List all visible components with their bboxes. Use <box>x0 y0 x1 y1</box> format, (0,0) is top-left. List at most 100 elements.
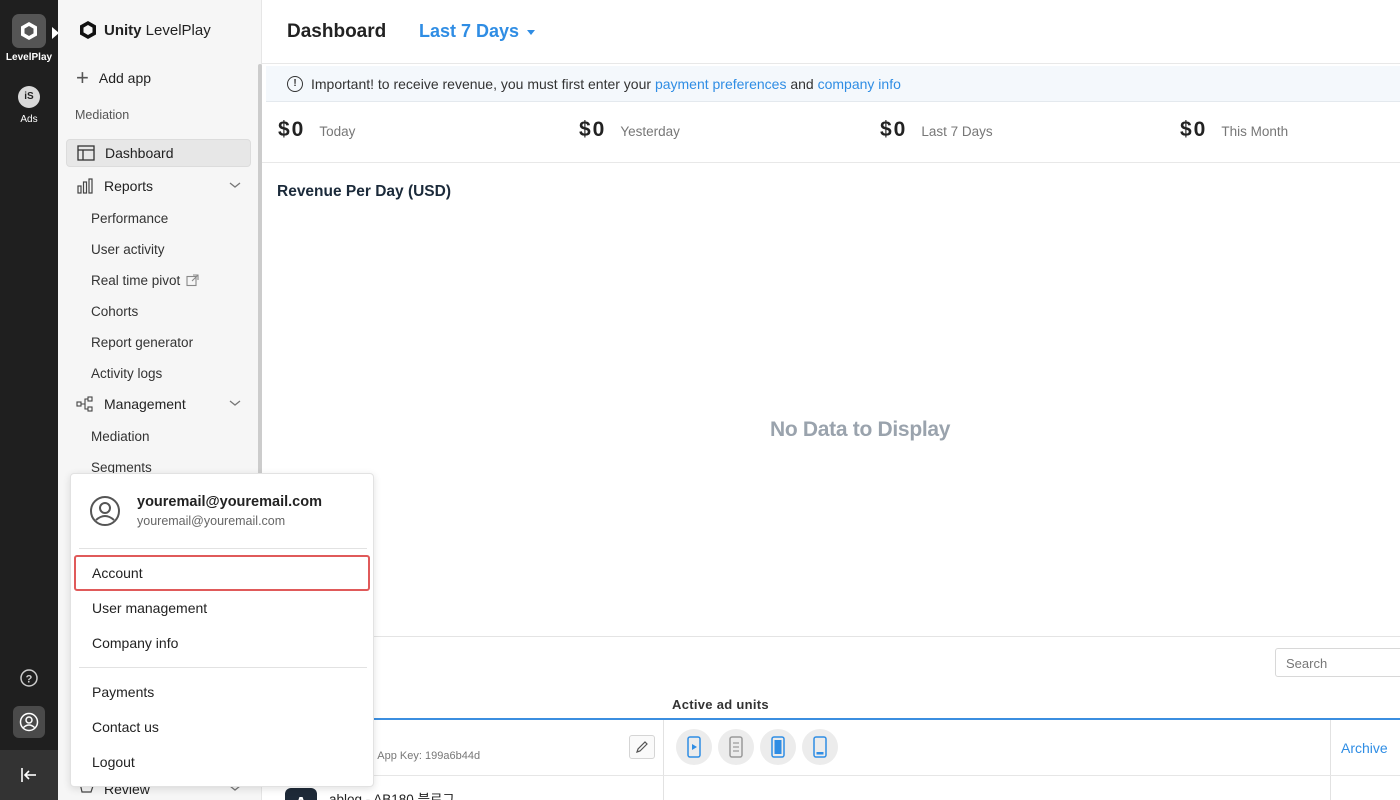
dashboard-icon <box>77 145 95 161</box>
column-divider <box>1330 776 1331 800</box>
menu-item-user-management[interactable]: User management <box>74 590 370 626</box>
chevron-down-icon <box>229 400 241 406</box>
banner-text: Important! to receive revenue, you must … <box>311 75 652 92</box>
hierarchy-icon <box>76 396 93 412</box>
user-menu: youremail@youremail.com youremail@yourem… <box>70 473 374 787</box>
sidebar-item-label: Reports <box>104 178 154 194</box>
svg-text:?: ? <box>26 674 33 686</box>
user-email-secondary: youremail@youremail.com <box>137 514 286 528</box>
banner-ad-icon[interactable] <box>802 729 838 765</box>
caret-down-icon <box>527 30 536 35</box>
sidebar-item-dashboard[interactable]: Dashboard <box>66 139 251 167</box>
stat-yesterday: $0 Yesterday <box>579 118 680 142</box>
sidebar-item-activity-logs[interactable]: Activity logs <box>91 366 162 381</box>
ad-unit-list <box>676 729 838 765</box>
menu-item-company-info[interactable]: Company info <box>74 625 370 661</box>
sidebar-item-performance[interactable]: Performance <box>91 211 168 226</box>
left-rail: LevelPlay iS Ads ? <box>0 0 59 800</box>
archive-link[interactable]: Archive <box>1341 740 1388 756</box>
column-divider <box>1330 720 1331 775</box>
menu-item-logout[interactable]: Logout <box>74 744 370 780</box>
pencil-icon <box>636 741 648 753</box>
levelplay-rail-item[interactable]: LevelPlay <box>0 14 58 63</box>
stat-value: $0 <box>880 118 908 141</box>
menu-item-account[interactable]: Account <box>74 555 370 591</box>
sidebar-item-user-activity[interactable]: User activity <box>91 242 165 257</box>
chevron-down-icon <box>229 182 241 188</box>
column-divider <box>663 776 664 800</box>
date-range-dropdown[interactable]: Last 7 Days <box>419 21 536 42</box>
help-button[interactable]: ? <box>0 668 58 691</box>
sidebar-item-real-time-pivot[interactable]: Real time pivot <box>91 273 199 288</box>
sidebar-item-label: Dashboard <box>105 145 174 161</box>
app-icon: A <box>285 788 317 800</box>
question-icon: ? <box>20 669 38 687</box>
offerwall-icon[interactable] <box>718 729 754 765</box>
app-key: | App Key: 199a6b44d <box>372 750 481 762</box>
table-row: | App Key: 199a6b44d Archive <box>262 720 1400 776</box>
brand-logo[interactable]: Unity LevelPlay <box>78 20 211 40</box>
user-email: youremail@youremail.com <box>137 494 322 510</box>
payment-warning-banner: ! Important! to receive revenue, you mus… <box>266 66 1400 102</box>
collapse-left-icon <box>21 768 36 782</box>
menu-item-payments[interactable]: Payments <box>74 674 370 710</box>
page-title: Dashboard <box>287 21 387 42</box>
user-profile-button[interactable] <box>0 706 58 738</box>
menu-item-contact-us[interactable]: Contact us <box>74 709 370 745</box>
add-app-label: Add app <box>98 70 152 86</box>
sidebar-item-report-generator[interactable]: Report generator <box>91 335 193 350</box>
unity-logo-icon <box>80 21 96 39</box>
divider <box>262 636 1400 637</box>
stat-label: Last 7 Days <box>921 124 993 139</box>
brand-bold: Unity <box>104 21 142 39</box>
brand-rest: LevelPlay <box>145 21 211 39</box>
no-data-message: No Data to Display <box>770 418 951 441</box>
menu-divider <box>79 548 367 549</box>
sidebar-item-mediation[interactable]: Mediation <box>91 429 150 444</box>
stat-label: Yesterday <box>620 124 680 139</box>
topbar: Dashboard Last 7 Days <box>262 0 1400 64</box>
levelplay-rail-label: LevelPlay <box>5 52 53 63</box>
plus-icon: + <box>76 65 89 90</box>
column-header-active-ad-units: Active ad units <box>672 697 769 712</box>
main-content: Dashboard Last 7 Days ! Important! to re… <box>262 0 1400 800</box>
sidebar-item-management[interactable]: Management <box>66 390 251 418</box>
table-row: A ablog - AB180 블로그 <box>262 776 1400 800</box>
revenue-stats: $0 Today $0 Yesterday $0 Last 7 Days $0 … <box>262 103 1400 163</box>
payment-preferences-link[interactable]: payment preferences <box>655 76 787 92</box>
search-input[interactable]: Search <box>1275 648 1400 677</box>
bar-chart-icon <box>77 178 93 194</box>
sidebar-item-label: Management <box>104 396 186 412</box>
date-range-label: Last 7 Days <box>419 21 520 41</box>
stat-value: $0 <box>278 118 306 141</box>
sidebar-item-label: Real time pivot <box>91 273 181 288</box>
stat-label: Today <box>319 124 356 139</box>
stat-this-month: $0 This Month <box>1180 118 1288 142</box>
stat-last-7-days: $0 Last 7 Days <box>880 118 993 142</box>
chart-title: Revenue Per Day (USD) <box>277 183 452 200</box>
stat-label: This Month <box>1221 124 1289 139</box>
ads-rail-item[interactable]: iS Ads <box>0 86 58 125</box>
stat-today: $0 Today <box>278 118 355 142</box>
interstitial-icon[interactable] <box>760 729 796 765</box>
edit-app-button[interactable] <box>629 735 655 759</box>
banner-and: and <box>790 75 814 92</box>
alert-icon: ! <box>287 75 303 92</box>
stat-value: $0 <box>1180 118 1208 141</box>
ironsource-icon: iS <box>18 86 40 108</box>
app-name[interactable]: ablog - AB180 블로그 <box>329 788 455 800</box>
unity-logo-icon <box>12 14 46 48</box>
collapse-sidebar-button[interactable] <box>0 750 58 800</box>
add-app-button[interactable]: + Add app <box>76 65 152 90</box>
sidebar-section-mediation: Mediation <box>75 108 130 122</box>
sidebar-item-reports[interactable]: Reports <box>66 172 251 200</box>
external-link-icon <box>186 274 199 287</box>
sidebar-item-cohorts[interactable]: Cohorts <box>91 304 138 319</box>
user-icon <box>19 712 39 732</box>
company-info-link[interactable]: company info <box>818 76 901 92</box>
column-divider <box>663 720 664 775</box>
user-menu-header: youremail@youremail.com youremail@yourem… <box>89 494 322 528</box>
ads-rail-label: Ads <box>20 114 38 125</box>
rewarded-video-icon[interactable] <box>676 729 712 765</box>
user-avatar-icon <box>90 496 120 526</box>
